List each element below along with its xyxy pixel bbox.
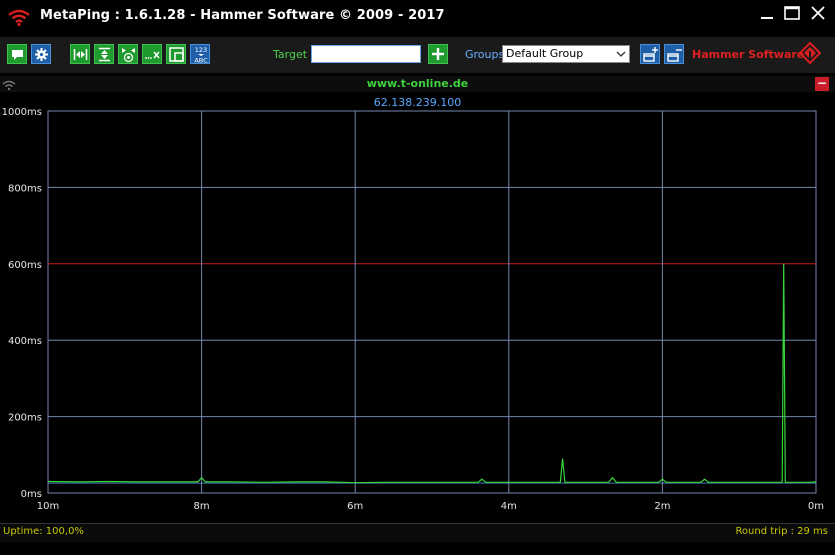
target-input[interactable] (311, 45, 421, 63)
close-icon (811, 6, 825, 20)
y-tick-label: 800ms (8, 183, 42, 194)
plus-icon (432, 48, 444, 60)
ping-chart: 1000ms 800ms 600ms 400ms 200ms 0ms10m 8m 6m 4m 2m… (2, 108, 824, 512)
svg-text:ABC: ABC (194, 57, 208, 65)
remove-window-icon (667, 49, 682, 62)
groups-label: Groups (465, 48, 505, 61)
expand-vertical-button[interactable] (94, 44, 114, 64)
maximize-button[interactable] (781, 4, 803, 24)
y-tick-label: 600ms (8, 260, 42, 271)
maximize-icon (784, 6, 800, 20)
target-mode-button[interactable] (118, 44, 138, 64)
hammer-logo-icon (799, 42, 821, 65)
round-trip-text: Round trip : 29 ms (735, 526, 828, 537)
add-window-icon (643, 47, 658, 62)
uptime-text: Uptime: 100,0% (3, 526, 84, 537)
add-group-button[interactable] (640, 44, 660, 64)
display-format-button[interactable]: 123 ABC (190, 44, 210, 65)
settings-button[interactable] (31, 44, 51, 64)
x-tick-label: 4m (501, 501, 517, 512)
x-tick-label: 10m (37, 501, 59, 512)
x-tick-label: 0m (808, 501, 824, 512)
y-tick-label: 0ms (21, 489, 42, 500)
add-target-button[interactable] (428, 44, 448, 64)
y-tick-label: 1000ms (2, 108, 42, 118)
minimize-button[interactable] (756, 4, 778, 24)
status-bar: Uptime: 100,0% Round trip : 29 ms (0, 523, 835, 542)
x-tick-label: 6m (347, 501, 363, 512)
clear-button[interactable] (142, 44, 162, 64)
chevron-down-icon (616, 51, 626, 57)
plot-area (47, 110, 817, 494)
brand-label: Hammer Software (692, 48, 805, 61)
monitor-header: www.t-online.de − (0, 76, 835, 92)
minus-icon: − (816, 76, 828, 90)
comment-button[interactable] (7, 44, 27, 64)
expand-horizontal-icon (73, 49, 88, 60)
x-tick-label: 8m (194, 501, 210, 512)
close-button[interactable] (807, 4, 829, 24)
expand-horizontal-button[interactable] (70, 44, 90, 64)
y-tick-label: 400ms (8, 336, 42, 347)
window-title: MetaPing : 1.6.1.28 - Hammer Software © … (40, 8, 445, 23)
gear-icon (35, 48, 48, 61)
comment-icon (12, 50, 23, 60)
minimize-icon (761, 17, 773, 19)
number-format-icon: 123 ABC (194, 46, 208, 65)
groups-select-value: Default Group (506, 47, 584, 60)
title-bar: MetaPing : 1.6.1.28 - Hammer Software © … (0, 0, 835, 32)
host-name: www.t-online.de (366, 77, 469, 90)
layout-icon (169, 47, 184, 62)
toolbar: 123 ABC Target Groups Default Group Hamme… (0, 37, 835, 73)
target-icon (122, 48, 135, 63)
groups-select[interactable]: Default Group (502, 45, 630, 63)
remove-group-button[interactable] (664, 44, 684, 64)
layout-button[interactable] (166, 44, 186, 64)
svg-text:123: 123 (195, 46, 207, 54)
close-monitor-button[interactable]: − (815, 77, 829, 91)
x-tick-label: 2m (654, 501, 670, 512)
y-tick-label: 200ms (8, 413, 42, 424)
clear-icon (145, 51, 160, 59)
expand-vertical-icon (99, 47, 110, 62)
target-label: Target (273, 48, 308, 61)
wifi-signal-icon (8, 9, 30, 26)
